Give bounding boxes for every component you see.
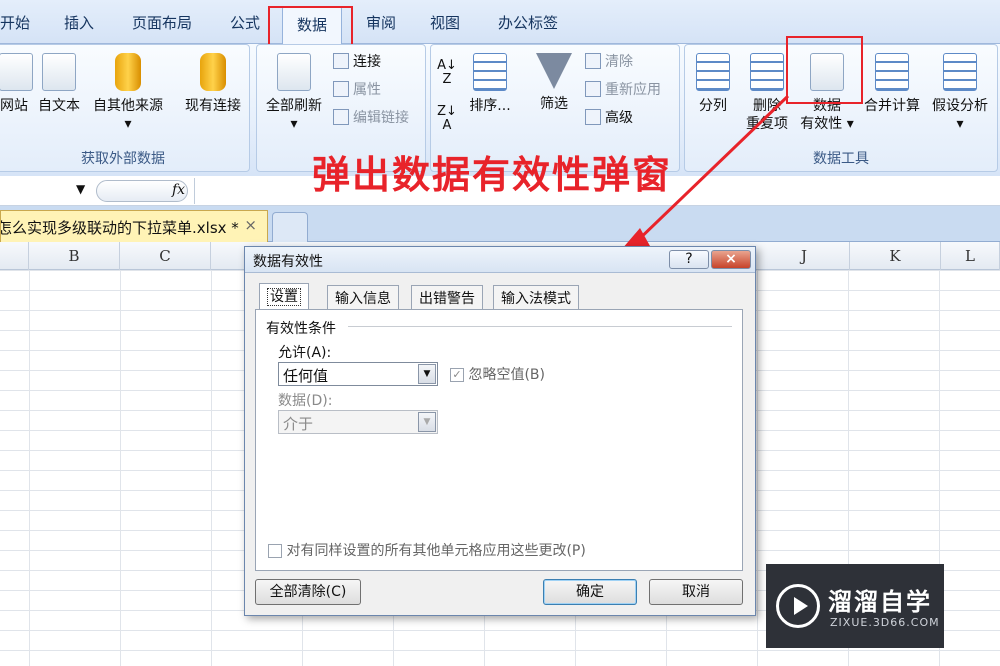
settings-panel: 有效性条件 允许(A): 任何值 ▼ ✓ 忽略空值(B) 数据(D): 介于 ▼… bbox=[255, 309, 743, 571]
section-title: 有效性条件 bbox=[266, 321, 336, 337]
ignore-blank-checkbox[interactable]: ✓ 忽略空值(B) bbox=[450, 364, 545, 384]
section-divider bbox=[348, 326, 732, 327]
allow-select[interactable]: 任何值 ▼ bbox=[278, 362, 438, 386]
allow-label: 允许(A): bbox=[278, 345, 332, 361]
watermark-url: ZIXUE.3D66.COM bbox=[830, 616, 940, 629]
dialog-titlebar: 数据有效性 ? × bbox=[245, 247, 755, 273]
tab-input-message[interactable]: 输入信息 bbox=[327, 285, 399, 309]
checkbox-box bbox=[268, 544, 282, 558]
clear-all-button[interactable]: 全部清除(C) bbox=[255, 579, 361, 605]
tab-ime-mode[interactable]: 输入法模式 bbox=[493, 285, 579, 309]
tab-settings[interactable]: 设置 bbox=[259, 283, 309, 310]
dialog-title: 数据有效性 bbox=[253, 254, 323, 270]
ok-button[interactable]: 确定 bbox=[543, 579, 637, 605]
watermark-name: 溜溜自学 bbox=[828, 588, 932, 616]
data-select[interactable]: 介于 ▼ bbox=[278, 410, 438, 434]
data-label: 数据(D): bbox=[278, 393, 333, 409]
chevron-down-icon: ▼ bbox=[418, 364, 436, 384]
watermark: 溜溜自学 ZIXUE.3D66.COM bbox=[766, 564, 944, 648]
tab-error-alert[interactable]: 出错警告 bbox=[411, 285, 483, 309]
check-icon: ✓ bbox=[450, 368, 464, 382]
chevron-down-icon: ▼ bbox=[418, 412, 436, 432]
play-logo-icon bbox=[776, 584, 820, 628]
close-button[interactable]: × bbox=[711, 250, 751, 269]
apply-to-all-checkbox[interactable]: 对有同样设置的所有其他单元格应用这些更改(P) bbox=[268, 540, 586, 560]
help-button[interactable]: ? bbox=[669, 250, 709, 269]
cancel-button[interactable]: 取消 bbox=[649, 579, 743, 605]
data-validation-dialog: 数据有效性 ? × 设置 输入信息 出错警告 输入法模式 有效性条件 允许(A)… bbox=[244, 246, 756, 616]
